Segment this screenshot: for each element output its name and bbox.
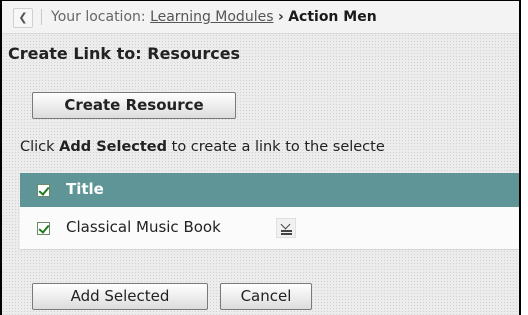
breadcrumb-arrow-icon: › <box>277 9 284 25</box>
breadcrumb-trail: Your location: Learning Modules › Action… <box>51 1 377 33</box>
add-selected-label: Add Selected <box>70 287 170 305</box>
row-checkbox[interactable] <box>37 222 50 235</box>
back-button[interactable]: ❮ <box>13 8 33 28</box>
breadcrumb: ❮ Your location: Learning Modules › Acti… <box>2 1 519 34</box>
checkmark-icon <box>38 222 50 234</box>
create-resource-label: Create Resource <box>64 96 204 114</box>
breadcrumb-link-learning-modules[interactable]: Learning Modules <box>150 9 273 25</box>
page-title: Create Link to: Resources <box>8 44 241 63</box>
instruction-text: Click Add Selected to create a link to t… <box>20 139 385 155</box>
checkmark-icon <box>38 184 50 196</box>
instruction-bold: Add Selected <box>59 139 168 155</box>
column-header-title: Title <box>66 180 104 198</box>
cancel-label: Cancel <box>240 287 292 305</box>
row-title: Classical Music Book <box>66 218 221 236</box>
chevron-left-icon: ❮ <box>18 11 28 24</box>
instruction-before: Click <box>20 139 60 155</box>
table-row: Classical Music Book <box>20 207 519 250</box>
breadcrumb-current: Action Men <box>288 9 377 25</box>
breadcrumb-divider <box>41 9 42 25</box>
table-header: Title <box>20 173 519 207</box>
instruction-after: to create a link to the selecte <box>167 139 385 155</box>
create-resource-button[interactable]: Create Resource <box>32 92 236 119</box>
cancel-button[interactable]: Cancel <box>220 283 312 310</box>
add-selected-button[interactable]: Add Selected <box>32 283 208 310</box>
breadcrumb-prefix: Your location: <box>51 9 146 25</box>
item-menu-icon[interactable] <box>276 218 296 238</box>
outside-strip <box>521 0 528 315</box>
select-all-checkbox[interactable] <box>37 184 50 197</box>
